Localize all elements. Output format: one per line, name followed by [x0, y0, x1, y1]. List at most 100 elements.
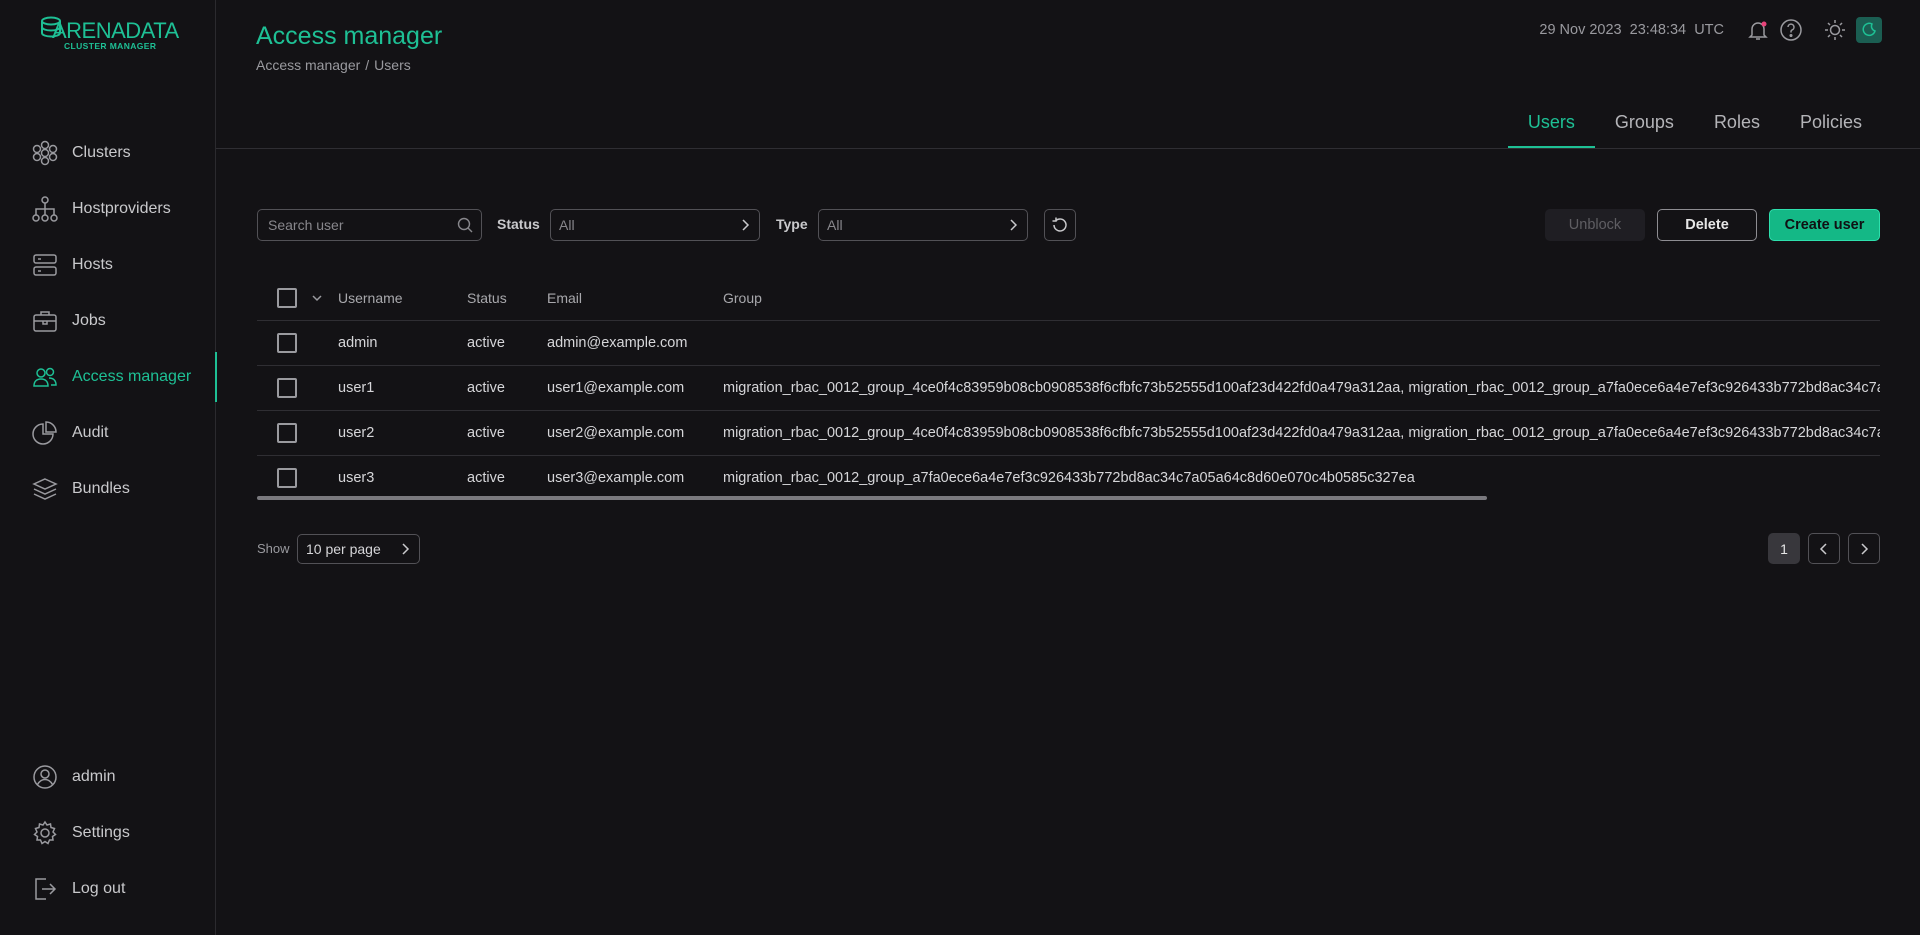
hostproviders-icon [32, 196, 58, 222]
sidebar-item-logout[interactable]: Log out [0, 869, 216, 909]
sidebar-item-label: Log out [72, 880, 126, 897]
light-theme-sun-icon[interactable] [1822, 17, 1848, 43]
sidebar-item-label: Jobs [72, 312, 106, 329]
sidebar-item-label: Clusters [72, 144, 131, 161]
column-header-status[interactable]: Status [467, 276, 507, 320]
sidebar-item-label: Audit [72, 424, 109, 441]
tab-groups[interactable]: Groups [1595, 104, 1694, 148]
type-filter-label: Type [776, 216, 808, 232]
tabs-divider [216, 148, 1920, 149]
username-cell: user1 [338, 380, 375, 396]
page-title: Access manager [256, 22, 443, 50]
breadcrumb-separator: / [365, 57, 370, 73]
page-button-current[interactable]: 1 [1768, 533, 1800, 564]
chevron-left-icon [1819, 542, 1827, 555]
sidebar-item-access-manager[interactable]: Access manager [0, 352, 217, 402]
timezone: UTC [1694, 22, 1724, 38]
sidebar: ARENADATA CLUSTER MANAGER Clusters Hostp… [0, 0, 217, 935]
breadcrumb-current: Users [374, 57, 411, 73]
breadcrumb: Access manager / Users [256, 57, 411, 73]
search-input[interactable] [266, 216, 457, 234]
email-cell: user3@example.com [547, 470, 685, 486]
arenadata-logo[interactable]: ARENADATA CLUSTER MANAGER [40, 16, 180, 52]
bundles-icon [32, 478, 58, 500]
tab-roles[interactable]: Roles [1694, 104, 1780, 148]
jobs-icon [33, 311, 57, 332]
column-header-username[interactable]: Username [338, 276, 403, 320]
sidebar-item-profile[interactable]: admin [0, 757, 216, 797]
logout-icon [35, 878, 57, 900]
row-checkbox[interactable] [277, 468, 297, 488]
breadcrumb-link-access-manager[interactable]: Access manager [256, 57, 360, 73]
access-manager-icon [33, 367, 57, 387]
sidebar-item-settings[interactable]: Settings [0, 813, 216, 853]
sidebar-item-hosts[interactable]: Hosts [0, 245, 216, 285]
header-toolbar: 29 Nov 2023 23:48:34 UTC [1539, 16, 1882, 44]
clusters-icon [32, 140, 58, 166]
tab-users[interactable]: Users [1507, 104, 1595, 148]
tab-bar: Users Groups Roles Policies [1507, 104, 1882, 148]
tab-policies[interactable]: Policies [1780, 104, 1882, 148]
unblock-button[interactable]: Unblock [1545, 209, 1645, 241]
dark-theme-moon-icon[interactable] [1856, 17, 1882, 43]
search-box [257, 209, 482, 241]
table-row[interactable]: admin active admin@example.com [257, 321, 1880, 366]
per-page-value: 10 per page [306, 541, 381, 557]
select-all-checkbox[interactable] [277, 288, 297, 308]
previous-page-button[interactable] [1808, 533, 1840, 564]
users-table: Username Status Email Group admin active… [257, 276, 1880, 500]
sidebar-item-label: admin [72, 768, 116, 785]
datetime-display: 29 Nov 2023 23:48:34 UTC [1539, 22, 1724, 38]
status-cell: active [467, 335, 505, 351]
table-row[interactable]: user1 active user1@example.com migration… [257, 366, 1880, 411]
chevron-down-icon[interactable] [311, 293, 323, 303]
table-row[interactable]: user3 active user3@example.com migration… [257, 456, 1880, 500]
row-checkbox[interactable] [277, 423, 297, 443]
horizontal-scrollbar[interactable] [257, 496, 1487, 500]
chevron-right-icon [742, 219, 750, 231]
column-header-email[interactable]: Email [547, 276, 582, 320]
sidebar-item-label: Hosts [72, 256, 113, 273]
show-label: Show [257, 541, 290, 556]
sidebar-item-jobs[interactable]: Jobs [0, 301, 216, 341]
search-icon[interactable] [457, 217, 473, 233]
sidebar-item-clusters[interactable]: Clusters [0, 133, 216, 173]
row-checkbox[interactable] [277, 378, 297, 398]
per-page-select[interactable]: 10 per page [297, 534, 420, 564]
username-cell: user2 [338, 425, 375, 441]
group-cell: migration_rbac_0012_group_4ce0f4c83959b0… [723, 380, 1880, 396]
status-cell: active [467, 470, 505, 486]
table-row[interactable]: user2 active user2@example.com migration… [257, 411, 1880, 456]
reset-filters-button[interactable] [1044, 209, 1076, 241]
email-cell: admin@example.com [547, 335, 688, 351]
time: 23:48:34 [1629, 22, 1687, 38]
sidebar-item-label: Bundles [72, 480, 130, 497]
gear-icon [33, 820, 57, 845]
type-filter-select[interactable]: All [818, 209, 1028, 241]
sidebar-item-audit[interactable]: Audit [0, 413, 216, 453]
create-user-button[interactable]: Create user [1769, 209, 1880, 241]
username-cell: user3 [338, 470, 375, 486]
group-cell: migration_rbac_0012_group_a7fa0ece6a4e7e… [723, 470, 1415, 486]
group-cell: migration_rbac_0012_group_4ce0f4c83959b0… [723, 425, 1880, 441]
help-icon[interactable] [1778, 17, 1804, 43]
sidebar-item-hostproviders[interactable]: Hostproviders [0, 189, 216, 229]
audit-icon [32, 421, 57, 445]
date: 29 Nov 2023 [1539, 22, 1622, 38]
delete-button[interactable]: Delete [1657, 209, 1757, 241]
notifications-bell-icon[interactable] [1745, 17, 1771, 43]
row-checkbox[interactable] [277, 333, 297, 353]
sidebar-item-label: Hostproviders [72, 200, 171, 217]
status-filter-select[interactable]: All [550, 209, 760, 241]
column-header-group[interactable]: Group [723, 276, 762, 320]
hosts-icon [33, 254, 57, 276]
logo-subtitle: CLUSTER MANAGER [64, 41, 157, 51]
type-filter-value: All [827, 217, 843, 233]
next-page-button[interactable] [1848, 533, 1880, 564]
table-header-row: Username Status Email Group [257, 276, 1880, 321]
status-cell: active [467, 425, 505, 441]
status-filter-label: Status [497, 216, 540, 232]
sidebar-item-bundles[interactable]: Bundles [0, 469, 216, 509]
chevron-right-icon [402, 543, 410, 555]
username-cell: admin [338, 335, 378, 351]
